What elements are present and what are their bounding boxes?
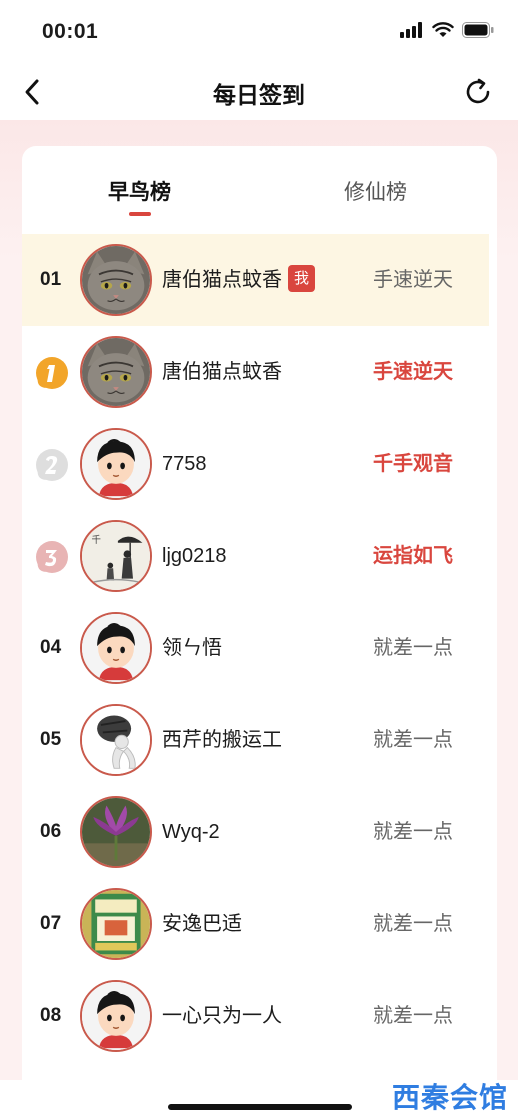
tab-immortal[interactable]: 修仙榜 — [344, 176, 407, 206]
cartoon-avatar — [80, 428, 152, 500]
rank-number: 05 — [40, 729, 62, 750]
status-label: 千手观音 — [373, 453, 453, 475]
status-label: 就差一点 — [373, 729, 453, 751]
username: 唐伯猫点蚊香 — [162, 361, 282, 383]
rank-number: 04 — [40, 637, 62, 658]
username: 7758 — [162, 453, 207, 475]
username: 一心只为一人 — [162, 1005, 282, 1027]
username: 西芹的搬运工 — [162, 729, 282, 751]
rank-number: 08 — [40, 1005, 62, 1026]
rank-row[interactable]: 07 安逸巴适 就差一点 — [22, 878, 489, 970]
rank-row[interactable]: 08 一心只为一人 就差一点 — [22, 970, 489, 1062]
rank-row[interactable]: 05 西芹的搬运工 就差一点 — [22, 694, 489, 786]
username: Wyq-2 — [162, 821, 220, 843]
ink-painting-avatar: 千 — [80, 520, 152, 592]
username: ljg0218 — [162, 545, 227, 567]
username: 领ㄣ悟 — [162, 637, 222, 659]
rank-number: 07 — [40, 913, 62, 934]
battery-icon — [462, 22, 494, 38]
status-icons — [400, 22, 494, 38]
username: 唐伯猫点蚊香我 — [162, 234, 315, 326]
rank-number: 01 — [40, 269, 62, 290]
svg-text:千: 千 — [91, 535, 100, 546]
box-avatar — [80, 888, 152, 960]
tab-early-bird[interactable]: 早鸟榜 — [108, 176, 171, 206]
refresh-button[interactable] — [460, 74, 496, 110]
rank-row[interactable]: 千 ljg0218 运指如飞 — [22, 510, 489, 602]
gold-medal-icon — [36, 357, 68, 389]
nav-bar: 每日签到 — [0, 64, 518, 120]
cartoon-avatar — [80, 612, 152, 684]
me-badge: 我 — [288, 265, 315, 293]
home-indicator[interactable] — [168, 1104, 352, 1110]
cat-avatar — [80, 244, 152, 316]
bronze-medal-icon — [36, 541, 68, 573]
cat-avatar — [80, 336, 152, 408]
wifi-icon — [432, 22, 454, 37]
status-label: 就差一点 — [373, 913, 453, 935]
silver-medal-icon — [36, 449, 68, 481]
cartoon-avatar — [80, 980, 152, 1052]
username-text: 唐伯猫点蚊香 — [162, 269, 282, 291]
refresh-icon — [466, 78, 490, 104]
status-label: 就差一点 — [373, 1005, 453, 1027]
flower-avatar — [80, 796, 152, 868]
status-label: 就差一点 — [373, 637, 453, 659]
tab-bar: 早鸟榜 修仙榜 — [22, 146, 497, 230]
rank-row[interactable]: 唐伯猫点蚊香 手速逆天 — [22, 326, 489, 418]
cellular-signal-icon — [400, 22, 422, 38]
my-rank-row[interactable]: 01 唐伯猫点蚊香我 手速逆天 — [22, 234, 489, 326]
leaderboard-card: 早鸟榜 修仙榜 01 唐伯猫点蚊香我 手速逆天 唐伯猫点蚊香 手速逆天 7758… — [22, 146, 497, 1080]
rank-number: 06 — [40, 821, 62, 842]
status-label: 手速逆天 — [373, 361, 453, 383]
status-label: 运指如飞 — [373, 545, 453, 567]
page-title: 每日签到 — [213, 82, 305, 108]
watermark: 西秦会馆 — [391, 1082, 508, 1113]
active-tab-indicator — [129, 212, 151, 216]
status-label: 就差一点 — [373, 821, 453, 843]
rank-row[interactable]: 7758 千手观音 — [22, 418, 489, 510]
rank-row[interactable]: 04 领ㄣ悟 就差一点 — [22, 602, 489, 694]
status-label: 手速逆天 — [373, 269, 453, 291]
status-bar: 00:01 — [0, 0, 518, 64]
status-time: 00:01 — [42, 20, 99, 43]
porter-avatar — [80, 704, 152, 776]
username: 安逸巴适 — [162, 913, 242, 935]
rank-row[interactable]: 06 Wyq-2 就差一点 — [22, 786, 489, 878]
